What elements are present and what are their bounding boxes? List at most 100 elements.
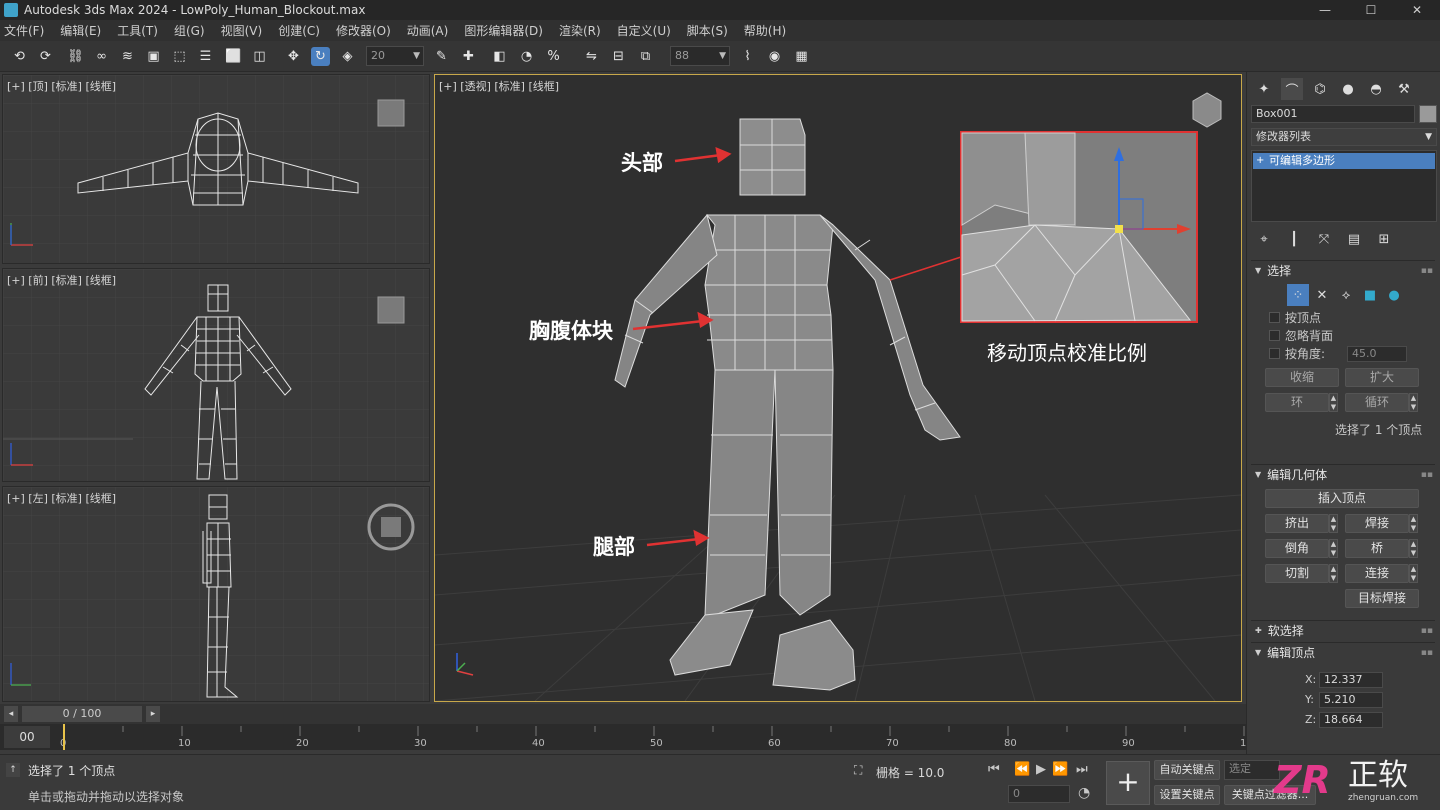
menu-edit[interactable]: 编辑(E) [60,22,101,39]
mirror-icon[interactable]: ⇋ [582,47,601,66]
prev-frame-icon[interactable]: ⏪ [1014,762,1030,777]
extrude-settings-icon[interactable]: ▲ ▼ [1329,514,1338,533]
create-tab-icon[interactable]: ✦ [1253,78,1275,100]
rollout-selection-header[interactable]: ▼ 选择 ▪▪ [1251,260,1435,280]
loop-button[interactable]: 循环 [1345,393,1409,412]
motion-tab-icon[interactable]: ● [1337,78,1359,100]
goto-end-icon[interactable]: ⏭ [1076,762,1088,777]
menu-customize[interactable]: 自定义(U) [617,22,671,39]
link-icon[interactable]: ⛓ [66,47,85,66]
by-vertex-checkbox[interactable] [1269,312,1280,323]
snap-toggle-icon[interactable]: ◧ [490,47,509,66]
set-key-button[interactable]: 设置关键点 [1154,785,1220,805]
play-icon[interactable]: ▶ [1036,762,1046,777]
time-slider-next-icon[interactable]: ▸ [146,706,160,722]
bind-spacewarp-icon[interactable]: ≋ [118,47,137,66]
select-scale-icon[interactable]: ◈ [338,47,357,66]
configure-sets-icon[interactable]: ⊞ [1373,228,1395,250]
by-angle-checkbox[interactable] [1269,348,1280,359]
vertex-mode-icon[interactable]: ⁘ [1287,284,1309,306]
material-editor-icon[interactable]: ◉ [765,47,784,66]
bridge-settings-icon[interactable]: ▲ ▼ [1409,539,1418,558]
viewport-perspective[interactable]: [+] [透视] [标准] [线框] 头部 胸腹体块 腿部 移动顶点校准比例 [434,74,1242,702]
select-manipulate-icon[interactable]: ✎ [432,47,451,66]
angle-snap-dropdown[interactable]: 20 ▼ [366,46,424,66]
cut-button[interactable]: 切割 [1265,564,1329,583]
redo-icon[interactable]: ⟳ [36,47,55,66]
show-end-result-icon[interactable]: ┃ [1283,228,1305,250]
select-move-icon[interactable]: ✥ [284,47,303,66]
weld-settings-icon[interactable]: ▲ ▼ [1409,514,1418,533]
set-key-plus-icon[interactable]: + [1106,761,1150,805]
viewport-left[interactable]: [+] [左] [标准] [线框] [2,486,430,702]
move-gizmo-icon[interactable]: ✚ [459,47,478,66]
curve-editor-icon[interactable]: ⌇ [738,47,757,66]
angle-value-field[interactable]: 45.0 [1347,346,1407,362]
element-mode-icon[interactable]: ● [1383,284,1405,306]
menu-modifiers[interactable]: 修改器(O) [336,22,391,39]
window-crossing-icon[interactable]: ◫ [250,47,269,66]
insert-vertex-button[interactable]: 插入顶点 [1265,489,1419,508]
expand-icon[interactable]: + [1256,153,1264,169]
select-by-name-icon[interactable]: ☰ [196,47,215,66]
rollout-soft-selection-header[interactable]: ✚ 软选择 ▪▪ [1251,620,1435,640]
hierarchy-tab-icon[interactable]: ⌬ [1309,78,1331,100]
y-coord-field[interactable]: 5.210 [1319,692,1383,708]
menu-animation[interactable]: 动画(A) [407,22,449,39]
menu-create[interactable]: 创建(C) [278,22,320,39]
next-frame-icon[interactable]: ⏩ [1052,762,1068,777]
maxscript-listener-icon[interactable]: ↑ [6,763,20,777]
auto-key-button[interactable]: 自动关键点 [1154,760,1220,780]
loop-spinner[interactable]: ▲ ▼ [1409,393,1418,412]
undo-icon[interactable]: ⟲ [10,47,29,66]
target-weld-button[interactable]: 目标焊接 [1345,589,1419,608]
goto-start-icon[interactable]: ⏮ [988,762,1000,777]
chamfer-button[interactable]: 倒角 [1265,539,1329,558]
time-config-icon[interactable]: ◔ [1078,785,1090,801]
modify-tab-icon[interactable]: ⌒ [1281,78,1303,100]
edge-mode-icon[interactable]: ✕ [1311,284,1333,306]
menu-file[interactable]: 文件(F) [4,22,44,39]
percent-snap-icon[interactable]: % [544,47,563,66]
viewport-top-label[interactable]: [+] [顶] [标准] [线框] [7,78,116,94]
unlink-icon[interactable]: ∞ [92,47,111,66]
chamfer-settings-icon[interactable]: ▲ ▼ [1329,539,1338,558]
stack-item-editable-poly[interactable]: + 可编辑多边形 [1253,153,1435,169]
viewport-perspective-label[interactable]: [+] [透视] [标准] [线框] [439,78,559,94]
current-frame-field[interactable]: 00 [4,726,50,748]
minimize-button[interactable]: — [1302,0,1348,20]
rollout-edit-geometry-header[interactable]: ▼ 编辑几何体 ▪▪ [1251,464,1435,484]
select-object-icon[interactable]: ⬚ [170,47,189,66]
ring-button[interactable]: 环 [1265,393,1329,412]
viewport-left-label[interactable]: [+] [左] [标准] [线框] [7,490,116,506]
pin-stack-icon[interactable]: ⌖ [1253,228,1275,250]
z-coord-field[interactable]: 18.664 [1319,712,1383,728]
ring-spinner[interactable]: ▲ ▼ [1329,393,1338,412]
selected-dropdown[interactable]: 选定 [1224,760,1280,780]
modifier-list-dropdown[interactable]: 修改器列表 ▼ [1251,128,1437,146]
rollout-edit-vertices-header[interactable]: ▼ 编辑顶点 ▪▪ [1251,642,1435,662]
time-slider[interactable]: ◂ 0 / 100 ▸ [0,704,1246,724]
utilities-tab-icon[interactable]: ⚒ [1393,78,1415,100]
select-filter-icon[interactable]: ▣ [144,47,163,66]
display-tab-icon[interactable]: ◓ [1365,78,1387,100]
connect-button[interactable]: 连接 [1345,564,1409,583]
close-button[interactable]: ✕ [1394,0,1440,20]
viewport-front[interactable]: [+] [前] [标准] [线框] [2,268,430,482]
maximize-button[interactable]: ☐ [1348,0,1394,20]
border-mode-icon[interactable]: ⟡ [1335,284,1357,306]
object-name-field[interactable]: Box001 [1251,105,1415,123]
layer-explorer-icon[interactable]: ⧉ [636,47,655,66]
menu-views[interactable]: 视图(V) [221,22,263,39]
cut-settings-icon[interactable]: ▲ ▼ [1329,564,1338,583]
connect-settings-icon[interactable]: ▲ ▼ [1409,564,1418,583]
menu-tools[interactable]: 工具(T) [117,22,158,39]
shrink-button[interactable]: 收缩 [1265,368,1339,387]
x-coord-field[interactable]: 12.337 [1319,672,1383,688]
bridge-button[interactable]: 桥 [1345,539,1409,558]
viewport-top[interactable]: [+] [顶] [标准] [线框] [2,74,430,264]
percent-snap-dropdown[interactable]: 88 ▼ [670,46,730,66]
ignore-backfacing-checkbox[interactable] [1269,330,1280,341]
menu-group[interactable]: 组(G) [174,22,205,39]
grow-button[interactable]: 扩大 [1345,368,1419,387]
